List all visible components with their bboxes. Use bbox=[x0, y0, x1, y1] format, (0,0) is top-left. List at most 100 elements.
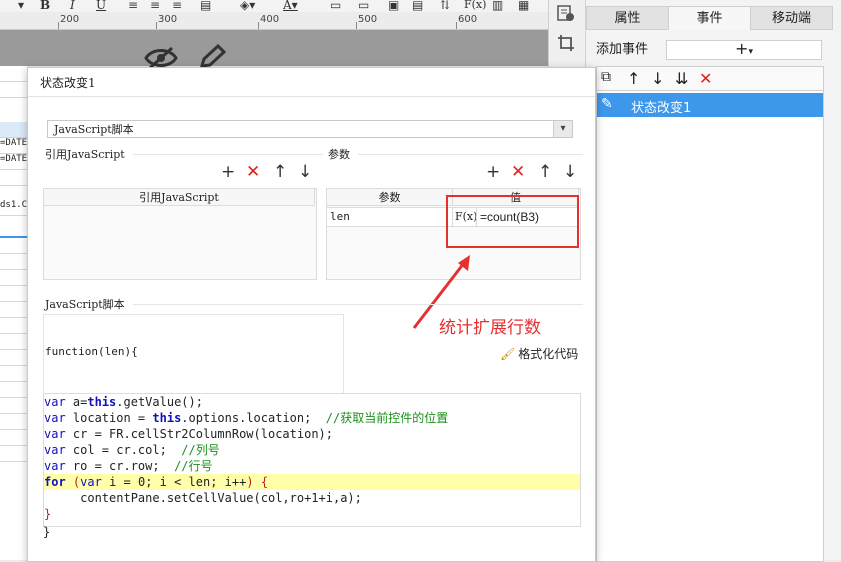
chart-icon[interactable]: ▥ bbox=[492, 0, 503, 12]
event-toolbar: ⧉ ↑ ↓ ⇊ ✕ bbox=[596, 66, 824, 91]
table-row[interactable]: ds1.C bbox=[0, 200, 27, 216]
ruler-label: 200 bbox=[60, 14, 80, 25]
table-row bbox=[0, 398, 27, 414]
list-item[interactable]: ✎ 状态改变1 bbox=[597, 93, 823, 117]
ruler-tick bbox=[258, 22, 259, 29]
wrap-icon[interactable]: ▤ bbox=[200, 0, 211, 12]
dropdown-icon[interactable]: ▾ bbox=[18, 0, 24, 12]
crop-icon[interactable] bbox=[557, 34, 575, 52]
border-icon[interactable]: ▭ bbox=[330, 0, 341, 12]
widget-settings-icon[interactable] bbox=[557, 4, 575, 22]
arrow-down-icon[interactable]: ↓ bbox=[563, 164, 577, 181]
annotation-text: 统计扩展行数 bbox=[439, 318, 541, 338]
arrow-down-icon[interactable]: ↓ bbox=[298, 164, 312, 181]
table-row bbox=[0, 334, 27, 350]
function-signature: function(len){ bbox=[45, 345, 138, 358]
fill-color-icon[interactable]: ◈▾ bbox=[240, 0, 255, 12]
code-line: } bbox=[44, 507, 52, 521]
chevron-down-icon[interactable]: ▾ bbox=[553, 121, 572, 137]
panel-tabs: 属性 事件 移动端 bbox=[586, 6, 833, 30]
add-event-label: 添加事件 bbox=[596, 42, 649, 57]
dialog-title: 状态改变1 bbox=[40, 76, 96, 90]
table-row[interactable]: =DATE bbox=[0, 138, 27, 154]
arrow-up-icon[interactable]: ↑ bbox=[627, 69, 640, 88]
font-color-icon[interactable]: A▾ bbox=[283, 0, 298, 12]
format-brush-icon: 🖌 bbox=[500, 347, 516, 361]
table-row bbox=[0, 318, 27, 334]
ruler-label: 500 bbox=[358, 14, 378, 25]
table-row[interactable] bbox=[0, 170, 27, 186]
tab-mobile[interactable]: 移动端 bbox=[750, 6, 833, 30]
event-list: ✎ 状态改变1 bbox=[596, 90, 824, 562]
format-code-button[interactable]: 🖌 格式化代码 bbox=[500, 345, 578, 362]
code-line: for (var i = 0; i < len; i++) { bbox=[44, 474, 580, 490]
bold-icon[interactable]: B bbox=[40, 0, 50, 12]
table-row bbox=[0, 350, 27, 366]
add-event-select[interactable]: +▾ bbox=[666, 40, 822, 60]
table-row bbox=[0, 270, 27, 286]
table-row bbox=[0, 302, 27, 318]
add-icon[interactable]: + bbox=[221, 164, 235, 181]
table-row bbox=[0, 238, 27, 254]
horizontal-ruler: 200 300 400 500 600 bbox=[0, 12, 548, 30]
ruler-label: 400 bbox=[260, 14, 280, 25]
italic-icon[interactable]: I bbox=[70, 0, 75, 12]
divider bbox=[133, 304, 583, 305]
align-right-icon[interactable]: ≡ bbox=[172, 0, 182, 12]
more-icon[interactable]: ▦ bbox=[518, 0, 529, 12]
table-row bbox=[0, 382, 27, 398]
delete-icon[interactable]: ✕ bbox=[511, 164, 525, 181]
params-column-name: 参数 bbox=[326, 188, 453, 206]
arrow-up-icon[interactable]: ↑ bbox=[538, 164, 552, 181]
param-name-cell[interactable]: len bbox=[326, 207, 453, 227]
divider bbox=[133, 154, 323, 155]
sort-down-icon[interactable]: ⇊ bbox=[675, 69, 688, 88]
underline-icon[interactable]: U bbox=[96, 0, 106, 12]
formula-icon[interactable]: F(x) bbox=[464, 0, 486, 11]
script-type-select[interactable]: JavaScript脚本 ▾ bbox=[47, 120, 573, 138]
table-icon[interactable]: ▤ bbox=[412, 0, 423, 12]
code-editor[interactable]: var a=this.getValue(); var location = th… bbox=[43, 393, 581, 527]
ruler-tick bbox=[156, 22, 157, 29]
delete-icon[interactable]: ✕ bbox=[246, 164, 260, 181]
widget-canvas bbox=[0, 30, 548, 70]
sort-icon[interactable]: ⇅ bbox=[440, 0, 450, 12]
ref-js-column: 引用JavaScript bbox=[43, 188, 315, 206]
divider bbox=[358, 154, 583, 155]
code-line: var col = cr.col; //列号 bbox=[44, 443, 220, 457]
ref-js-title: 引用JavaScript bbox=[45, 148, 125, 161]
code-line: var a=this.getValue(); bbox=[44, 395, 203, 409]
align-center-icon[interactable]: ≡ bbox=[150, 0, 160, 12]
chevron-down-icon: ▾ bbox=[748, 47, 753, 57]
params-title: 参数 bbox=[328, 148, 350, 161]
code-line: var cr = FR.cellStr2ColumnRow(location); bbox=[44, 427, 333, 441]
code-line: var ro = cr.row; //行号 bbox=[44, 459, 213, 473]
table-row[interactable] bbox=[0, 221, 27, 238]
copy-icon[interactable]: ⧉ bbox=[601, 69, 611, 85]
pencil-icon: ✎ bbox=[601, 96, 613, 112]
ruler-tick bbox=[58, 22, 59, 29]
delete-icon[interactable]: ✕ bbox=[699, 69, 712, 88]
insert-image-icon[interactable]: ▣ bbox=[388, 0, 399, 12]
table-row bbox=[0, 446, 27, 462]
add-icon[interactable]: + bbox=[486, 164, 500, 181]
arrow-up-icon[interactable]: ↑ bbox=[273, 164, 287, 181]
table-row bbox=[0, 254, 27, 270]
table-row bbox=[0, 286, 27, 302]
table-row[interactable]: =DATE bbox=[0, 154, 27, 170]
highlight-box bbox=[446, 195, 579, 248]
report-sheet: =DATE =DATE ds1.C bbox=[0, 66, 27, 560]
properties-panel: 属性 事件 移动端 添加事件 +▾ ⧉ ↑ ↓ ⇊ ✕ ✎ 状态改变1 bbox=[585, 0, 841, 562]
event-dialog: 状态改变1 JavaScript脚本 ▾ 引用JavaScript + ✕ ↑ … bbox=[27, 67, 596, 562]
tab-events[interactable]: 事件 bbox=[668, 6, 751, 30]
arrow-down-icon[interactable]: ↓ bbox=[651, 69, 664, 88]
code-line: var location = this.options.location; //… bbox=[44, 411, 449, 425]
tab-properties[interactable]: 属性 bbox=[586, 6, 669, 30]
table-row bbox=[0, 122, 27, 138]
merge-icon[interactable]: ▭ bbox=[358, 0, 369, 12]
align-left-icon[interactable]: ≡ bbox=[128, 0, 138, 12]
table-row bbox=[0, 82, 27, 98]
divider bbox=[28, 96, 595, 97]
script-type-value: JavaScript脚本 bbox=[54, 123, 134, 136]
function-signature-box: function(len){ bbox=[43, 314, 344, 394]
